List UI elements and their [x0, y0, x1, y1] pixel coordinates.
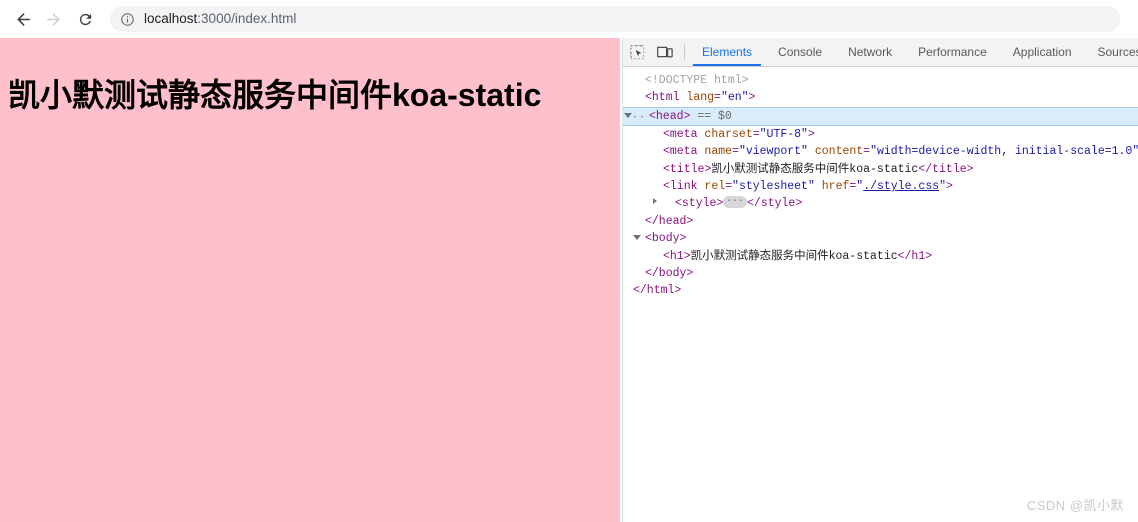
meta-viewport-attr2-name: content — [814, 145, 864, 159]
devtools-tab-strip: Elements Console Network Performance App… — [689, 38, 1138, 66]
devtools-toolbar: Elements Console Network Performance App… — [623, 38, 1138, 67]
forward-button[interactable] — [38, 4, 68, 34]
style-close-tag: </style> — [747, 197, 803, 211]
page-viewport: 凯小默测试静态服务中间件koa-static — [0, 38, 620, 522]
dom-row-title[interactable]: <title>凯小默测试静态服务中间件koa-static</title> — [623, 161, 1138, 178]
meta-viewport-attr1-name: name — [704, 145, 733, 159]
dom-row-body-close[interactable]: </body> — [623, 265, 1138, 282]
html-open-tag-close: > — [748, 91, 756, 105]
inspect-element-icon — [629, 44, 644, 59]
dom-row-h1[interactable]: <h1>凯小默测试静态服务中间件koa-static</h1> — [623, 248, 1138, 265]
meta-viewport-attr1-value: "viewport" — [738, 145, 808, 159]
back-button[interactable] — [8, 4, 38, 34]
url-path: :3000/index.html — [197, 11, 297, 26]
devtools-panel: Elements Console Network Performance App… — [622, 38, 1138, 522]
page-heading: 凯小默测试静态服务中间件koa-static — [8, 77, 542, 113]
doctype-text: <!DOCTYPE html> — [645, 74, 749, 87]
body-open-tag: <body> — [645, 232, 687, 246]
expand-collapse-icon-head[interactable] — [624, 112, 632, 121]
tab-console[interactable]: Console — [765, 38, 835, 66]
title-close-tag: </title> — [918, 162, 974, 176]
meta-charset-attr-value: "UTF-8" — [759, 127, 808, 141]
tab-performance[interactable]: Performance — [905, 38, 1000, 66]
reload-button[interactable] — [70, 4, 100, 34]
watermark: CSDN @凯小默 — [1026, 498, 1124, 513]
html-open-tag: <html — [645, 91, 680, 105]
reload-icon — [79, 13, 91, 25]
tab-application[interactable]: Application — [1000, 38, 1085, 66]
dom-tree[interactable]: <!DOCTYPE html> <html lang="en"> ··· <he… — [623, 67, 1138, 522]
meta-charset-close: > — [807, 127, 815, 141]
link-close: > — [946, 179, 953, 193]
dom-row-meta-viewport[interactable]: <meta name="viewport" content="width=dev… — [623, 143, 1138, 160]
h1-text: 凯小默测试静态服务中间件koa-static — [690, 249, 898, 263]
expand-collapse-icon-body[interactable] — [633, 235, 641, 243]
html-lang-attr-name: lang — [686, 91, 715, 105]
link-href-value[interactable]: ./style.css — [863, 180, 939, 193]
h1-close-tag: </h1> — [897, 249, 933, 263]
meta-charset-attr-name: charset — [704, 127, 753, 141]
url-host: localhost — [144, 11, 198, 26]
meta-charset-open: <meta — [663, 127, 698, 141]
head-open-tag: <head> — [649, 109, 691, 123]
link-rel-attr-name: rel — [704, 179, 726, 193]
dom-row-html-open[interactable]: <html lang="en"> — [623, 89, 1138, 106]
dom-row-meta-charset[interactable]: <meta charset="UTF-8"> — [623, 126, 1138, 143]
dom-row-style[interactable]: <style> ··· </style> — [623, 195, 1138, 212]
html-close-tag: </html> — [633, 284, 682, 298]
title-open-tag: <title> — [663, 162, 712, 176]
link-rel-attr-value: "stylesheet" — [732, 179, 815, 193]
tab-sources[interactable]: Sources — [1085, 38, 1138, 66]
head-selection-marker: == $0 — [697, 109, 732, 123]
meta-viewport-attr2-value: "width=device-width, initial-scale=1.0" — [870, 145, 1138, 159]
meta-viewport-open: <meta — [663, 145, 698, 159]
title-text: 凯小默测试静态服务中间件koa-static — [711, 162, 919, 176]
address-bar[interactable]: localhost:3000/index.html — [110, 6, 1120, 32]
device-toolbar-icon — [657, 46, 673, 57]
inspect-element-button[interactable] — [623, 38, 651, 66]
toolbar-separator — [684, 44, 685, 60]
forward-arrow-icon — [46, 12, 60, 26]
link-href-quote-close: " — [939, 179, 947, 193]
collapsed-content-badge[interactable]: ··· — [723, 196, 748, 209]
dom-row-doctype[interactable]: <!DOCTYPE html> — [623, 72, 1138, 89]
expand-collapse-icon-style[interactable] — [653, 198, 657, 205]
browser-window: localhost:3000/index.html 凯小默测试静态服务中间件ko… — [0, 0, 1138, 522]
site-info-icon[interactable] — [120, 12, 135, 27]
tab-elements[interactable]: Elements — [689, 38, 765, 66]
dom-row-head-close[interactable]: </head> — [623, 213, 1138, 230]
link-href-attr-name: href — [821, 179, 850, 193]
back-arrow-icon — [16, 12, 30, 26]
address-bar-url: localhost:3000/index.html — [144, 6, 296, 32]
tab-network[interactable]: Network — [835, 38, 905, 66]
html-lang-attr-value: "en" — [720, 91, 749, 105]
style-open-tag: <style> — [675, 197, 724, 211]
head-close-tag: </head> — [645, 214, 694, 228]
browser-toolbar: localhost:3000/index.html — [0, 0, 1138, 38]
link-open-tag: <link — [663, 179, 698, 193]
dom-row-link[interactable]: <link rel="stylesheet" href="./style.css… — [623, 178, 1138, 195]
body-close-tag: </body> — [645, 266, 694, 280]
h1-open-tag: <h1> — [663, 249, 691, 263]
dom-row-body-open[interactable]: <body> — [623, 230, 1138, 247]
device-toolbar-button[interactable] — [651, 38, 679, 66]
dom-row-head-open[interactable]: ··· <head> == $0 — [623, 106, 1138, 126]
dom-row-html-close[interactable]: </html> — [623, 282, 1138, 299]
